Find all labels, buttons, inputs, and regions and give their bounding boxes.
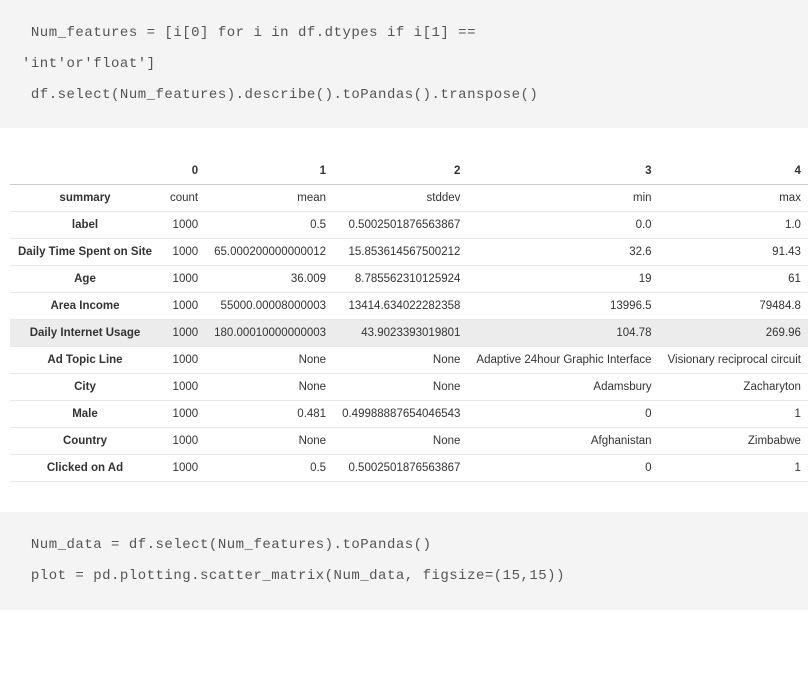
table-row: Country1000NoneNoneAfghanistanZimbabwe [10,428,808,455]
table-cell: 36.009 [206,266,334,293]
table-cell: 13996.5 [468,293,659,320]
table-cell: None [206,428,334,455]
table-cell: 61 [660,266,808,293]
row-header: Area Income [10,293,162,320]
table-header-row: 0 1 2 3 4 [10,158,808,185]
table-cell: 0.5 [206,455,334,482]
table-cell: 1 [660,455,808,482]
table-cell: stddev [334,185,468,212]
table-row: Area Income100055000.0000800000313414.63… [10,293,808,320]
table-cell: 180.00010000000003 [206,320,334,347]
header-blank [10,158,162,185]
header-col: 0 [162,158,206,185]
row-header: Age [10,266,162,293]
table-cell: 8.785562310125924 [334,266,468,293]
row-header: City [10,374,162,401]
row-header: Country [10,428,162,455]
table-row: Daily Time Spent on Site100065.000200000… [10,239,808,266]
table-cell: None [206,347,334,374]
table-cell: 104.78 [468,320,659,347]
table-cell: 19 [468,266,659,293]
table-row: Clicked on Ad10000.50.500250187656386701 [10,455,808,482]
table-row: summarycountmeanstddevminmax [10,185,808,212]
code-block-top: Num_features = [i[0] for i in df.dtypes … [0,0,808,128]
table-cell: 1000 [162,428,206,455]
code-block-bottom: Num_data = df.select(Num_features).toPan… [0,512,808,610]
table-cell: 1000 [162,347,206,374]
table-cell: mean [206,185,334,212]
header-col: 3 [468,158,659,185]
table-cell: Zimbabwe [660,428,808,455]
row-header: summary [10,185,162,212]
table-cell: Adaptive 24hour Graphic Interface [468,347,659,374]
table-cell: 1 [660,401,808,428]
row-header: label [10,212,162,239]
table-cell: 15.853614567500212 [334,239,468,266]
row-header: Clicked on Ad [10,455,162,482]
table-cell: 1000 [162,293,206,320]
row-header: Daily Time Spent on Site [10,239,162,266]
table-cell: 1000 [162,455,206,482]
table-cell: Zacharyton [660,374,808,401]
describe-table: 0 1 2 3 4 summarycountmeanstddevminmaxla… [10,158,808,482]
row-header: Ad Topic Line [10,347,162,374]
table-cell: Visionary reciprocal circuit [660,347,808,374]
table-cell: None [334,374,468,401]
header-col: 4 [660,158,808,185]
table-cell: min [468,185,659,212]
table-cell: max [660,185,808,212]
header-col: 2 [334,158,468,185]
table-cell: 91.43 [660,239,808,266]
table-cell: 269.96 [660,320,808,347]
table-cell: 79484.8 [660,293,808,320]
table-cell: Afghanistan [468,428,659,455]
table-cell: 1000 [162,374,206,401]
table-row: Ad Topic Line1000NoneNoneAdaptive 24hour… [10,347,808,374]
table-cell: 0.5002501876563867 [334,455,468,482]
table-cell: 0 [468,455,659,482]
table-cell: 65.000200000000012 [206,239,334,266]
table-cell: 55000.00008000003 [206,293,334,320]
table-cell: 1.0 [660,212,808,239]
table-cell: 0.481 [206,401,334,428]
table-cell: 1000 [162,401,206,428]
table-row: City1000NoneNoneAdamsburyZacharyton [10,374,808,401]
table-cell: Adamsbury [468,374,659,401]
table-cell: count [162,185,206,212]
row-header: Daily Internet Usage [10,320,162,347]
table-cell: 1000 [162,266,206,293]
table-cell: 1000 [162,320,206,347]
table-cell: 32.6 [468,239,659,266]
table-cell: None [206,374,334,401]
table-cell: 0.5 [206,212,334,239]
describe-output: 0 1 2 3 4 summarycountmeanstddevminmaxla… [0,128,808,512]
row-header: Male [10,401,162,428]
table-cell: None [334,428,468,455]
table-cell: 0.0 [468,212,659,239]
header-col: 1 [206,158,334,185]
table-row: label10000.50.50025018765638670.01.0 [10,212,808,239]
table-cell: 43.9023393019801 [334,320,468,347]
table-cell: 0.49988887654046543 [334,401,468,428]
table-row: Age100036.0098.7855623101259241961 [10,266,808,293]
table-cell: 13414.634022282358 [334,293,468,320]
table-cell: 0 [468,401,659,428]
table-row: Male10000.4810.4998888765404654301 [10,401,808,428]
table-cell: 1000 [162,212,206,239]
table-cell: 0.5002501876563867 [334,212,468,239]
table-cell: 1000 [162,239,206,266]
table-cell: None [334,347,468,374]
table-row: Daily Internet Usage1000180.000100000000… [10,320,808,347]
